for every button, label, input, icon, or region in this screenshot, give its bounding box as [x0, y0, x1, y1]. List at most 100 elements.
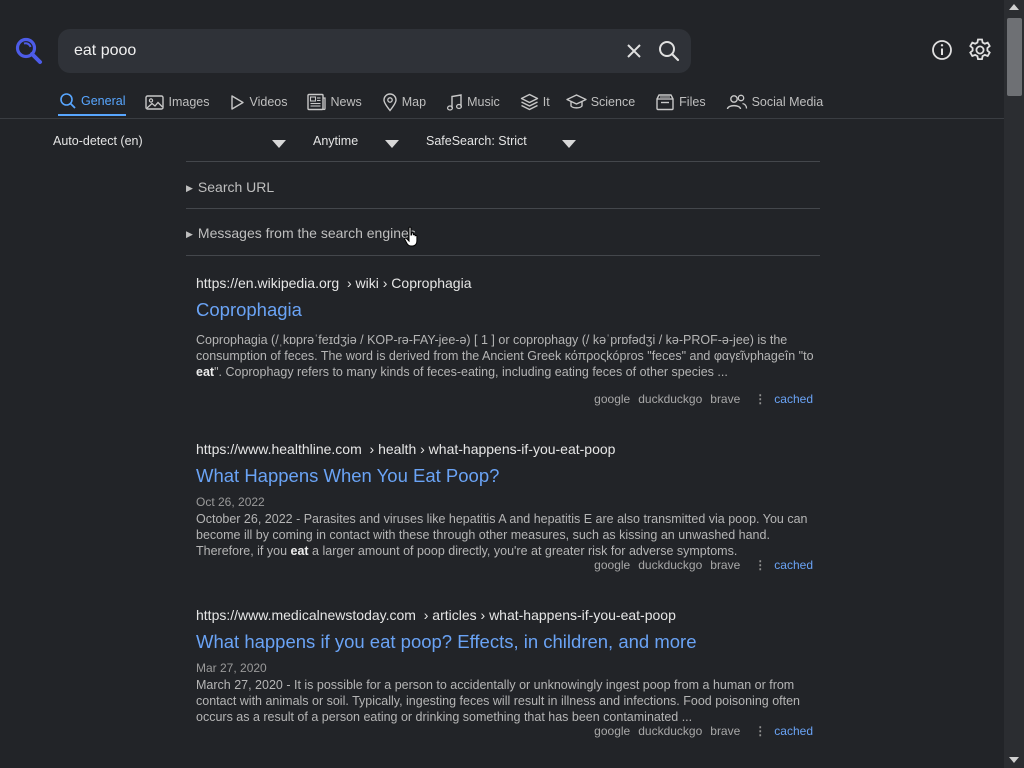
search-icon[interactable]	[657, 39, 681, 63]
snippet-text: a larger amount of poop directly, you're…	[308, 544, 738, 558]
search-icon	[60, 93, 76, 109]
more-vertical-icon: ⋮	[754, 724, 767, 738]
tab-files[interactable]: Files	[654, 88, 706, 116]
tab-label: General	[81, 94, 126, 108]
engine-google: google	[594, 558, 631, 572]
snippet-highlight: eat	[196, 365, 215, 379]
tab-it[interactable]: It	[519, 88, 551, 116]
cached-link[interactable]: cached	[774, 558, 813, 572]
people-icon	[726, 94, 747, 110]
tab-news[interactable]: News	[306, 88, 362, 116]
search-box	[58, 29, 691, 73]
tab-social-media[interactable]: Social Media	[725, 88, 825, 116]
music-note-icon	[447, 93, 463, 111]
divider	[186, 208, 820, 209]
triangle-right-icon: ▶	[186, 229, 193, 239]
safesearch-select[interactable]: SafeSearch: Strict	[426, 134, 527, 154]
result-item: https://www.medicalnewstoday.com › artic…	[196, 607, 816, 747]
snippet-text: March 27, 2020 - It is possible for a pe…	[196, 678, 801, 724]
play-icon	[231, 94, 245, 110]
engine-duckduckgo: duckduckgo	[638, 724, 703, 738]
result-path: › health › what-happens-if-you-eat-poop	[369, 441, 616, 457]
engine-duckduckgo: duckduckgo	[638, 558, 703, 572]
language-select[interactable]: Auto-detect (en)	[53, 134, 143, 154]
cached-link[interactable]: cached	[774, 724, 813, 738]
result-item: https://en.wikipedia.org › wiki › Coprop…	[196, 275, 816, 415]
result-url[interactable]: https://en.wikipedia.org › wiki › Coprop…	[196, 275, 816, 293]
search-results-page: General Images Videos	[0, 0, 1024, 768]
file-box-icon	[656, 94, 674, 111]
result-engines: google duckduckgo brave ⋮ cached	[586, 558, 813, 572]
result-url[interactable]: https://www.medicalnewstoday.com › artic…	[196, 607, 816, 625]
vertical-scrollbar[interactable]	[1004, 0, 1024, 768]
result-title[interactable]: What happens if you eat poop? Effects, i…	[196, 631, 816, 655]
more-vertical-icon: ⋮	[754, 558, 767, 572]
tab-science[interactable]: Science	[565, 88, 636, 116]
tab-label: Science	[590, 95, 636, 109]
more-vertical-icon: ⋮	[754, 392, 767, 406]
tab-label: Music	[467, 95, 500, 109]
gear-icon[interactable]	[967, 37, 993, 63]
tab-music[interactable]: Music	[445, 88, 501, 116]
info-icon[interactable]	[930, 38, 954, 62]
snippet-highlight: eat	[290, 544, 309, 558]
time-range-select[interactable]: Anytime	[313, 134, 358, 154]
result-host: https://en.wikipedia.org	[196, 275, 340, 291]
result-engines: google duckduckgo brave ⋮ cached	[586, 392, 813, 406]
tab-label: Images	[168, 95, 210, 109]
engine-brave: brave	[710, 392, 741, 406]
result-item: https://www.healthline.com › health › wh…	[196, 441, 816, 581]
engine-brave: brave	[710, 558, 741, 572]
search-input[interactable]	[72, 29, 612, 73]
clear-icon[interactable]	[624, 41, 644, 61]
triangle-right-icon: ▶	[186, 183, 193, 193]
engine-brave: brave	[710, 724, 741, 738]
tab-label: Videos	[249, 95, 288, 109]
result-date: Oct 26, 2022	[196, 495, 265, 509]
result-host: https://www.medicalnewstoday.com	[196, 607, 416, 623]
scrollbar-thumb[interactable]	[1007, 18, 1022, 96]
tab-label: Map	[401, 95, 427, 109]
tab-label: Files	[679, 95, 706, 109]
safesearch-dropdown-icon[interactable]	[562, 140, 576, 148]
snippet-text: Coprophagia (/ˌkɒprəˈfeɪdʒiə / KOP-rə-FA…	[196, 333, 814, 363]
time-range-dropdown-icon[interactable]	[385, 140, 399, 148]
divider	[186, 255, 820, 256]
graduation-cap-icon	[565, 94, 587, 109]
tab-label: News	[330, 95, 362, 109]
tab-videos[interactable]: Videos	[228, 88, 288, 116]
header-divider	[0, 118, 1004, 119]
tab-general[interactable]: General	[58, 88, 127, 116]
engine-google: google	[594, 392, 631, 406]
tab-label: Social Media	[751, 95, 824, 109]
tab-label: It	[542, 95, 550, 109]
search-url-toggle[interactable]: ▶ Search URL	[186, 179, 274, 195]
scroll-down-icon[interactable]	[1009, 757, 1019, 763]
cached-link[interactable]: cached	[774, 392, 813, 406]
engine-google: google	[594, 724, 631, 738]
hand-pointer-icon	[404, 226, 418, 247]
layers-icon	[520, 93, 538, 111]
result-snippet: Coprophagia (/ˌkɒprəˈfeɪdʒiə / KOP-rə-FA…	[196, 332, 816, 380]
result-snippet: October 26, 2022 - Parasites and viruses…	[196, 511, 816, 559]
searxng-logo-icon[interactable]	[14, 36, 44, 66]
search-url-label: Search URL	[197, 179, 275, 195]
result-snippet: March 27, 2020 - It is possible for a pe…	[196, 677, 816, 725]
tab-images[interactable]: Images	[144, 88, 210, 116]
category-tabs: General Images Videos News Map Music It …	[58, 88, 842, 118]
result-title[interactable]: Coprophagia	[196, 299, 816, 323]
engine-duckduckgo: duckduckgo	[638, 392, 703, 406]
newspaper-icon	[307, 93, 327, 111]
tab-map[interactable]: Map	[381, 88, 427, 116]
result-path: › wiki › Coprophagia	[346, 275, 472, 291]
result-title[interactable]: What Happens When You Eat Poop?	[196, 465, 816, 489]
result-path: › articles › what-happens-if-you-eat-poo…	[423, 607, 676, 623]
result-engines: google duckduckgo brave ⋮ cached	[586, 724, 813, 738]
image-icon	[145, 94, 165, 110]
result-date: Mar 27, 2020	[196, 661, 267, 675]
language-dropdown-icon[interactable]	[272, 140, 286, 148]
engine-messages-toggle[interactable]: ▶ Messages from the search engines	[186, 225, 416, 241]
result-url[interactable]: https://www.healthline.com › health › wh…	[196, 441, 816, 459]
scroll-up-icon[interactable]	[1009, 4, 1019, 10]
snippet-text: ". Coprophagy refers to many kinds of fe…	[214, 365, 728, 379]
